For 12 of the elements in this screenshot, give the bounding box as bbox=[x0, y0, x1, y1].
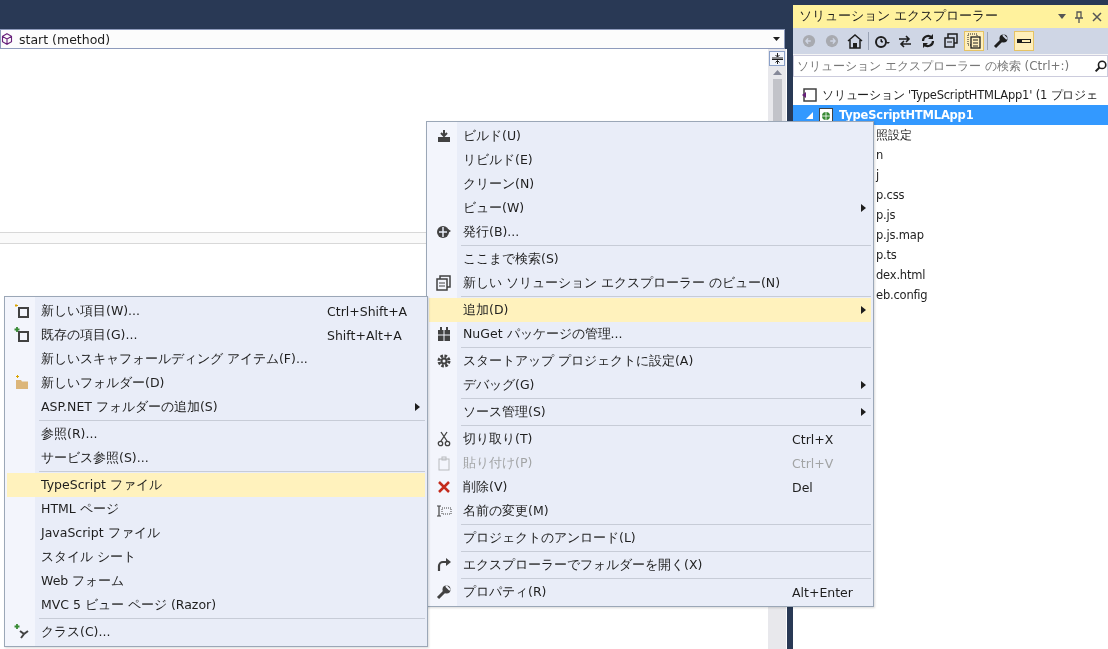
panel-title: ソリューション エクスプローラー bbox=[799, 8, 999, 25]
tree-item-label: n bbox=[876, 148, 884, 162]
tree-item-label: 照設定 bbox=[876, 127, 912, 143]
tree-item-label: ソリューション 'TypeScriptHTMLApp1' (1 プロジェ bbox=[822, 87, 1098, 103]
tree-item-label: eb.config bbox=[876, 288, 928, 302]
tree-item-label: j bbox=[876, 168, 879, 182]
tree-item-label: p.css bbox=[876, 188, 905, 202]
tree-item-label: p.ts bbox=[876, 248, 897, 262]
tree-item-label: dex.html bbox=[876, 268, 926, 282]
tree-item-label: TypeScriptHTMLApp1 bbox=[839, 108, 974, 122]
tree-item-label: p.js.map bbox=[876, 228, 924, 242]
tree-item-label: p.js bbox=[876, 208, 896, 222]
